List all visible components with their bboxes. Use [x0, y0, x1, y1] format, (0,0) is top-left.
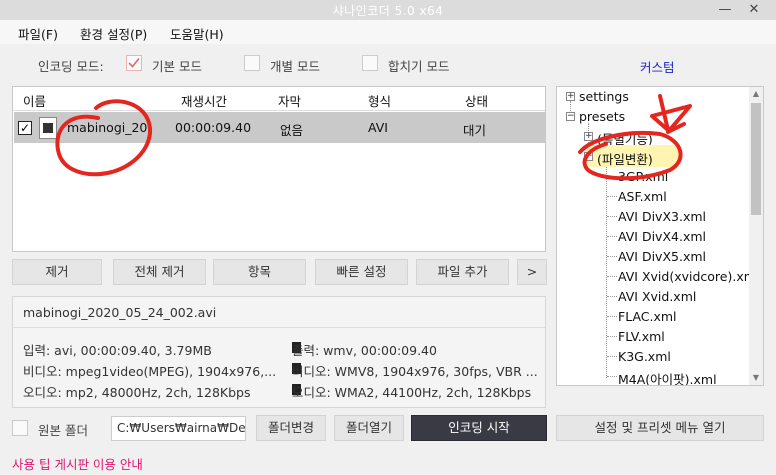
tree-file-item[interactable]: AVI Xvid.xml	[618, 289, 696, 304]
remove-all-button[interactable]: 전체 제거	[113, 259, 206, 285]
collapse-icon[interactable]: −	[566, 112, 575, 121]
menu-bar: 파일(F) 환경 설정(P) 도움말(H)	[0, 20, 776, 44]
tree-file-item[interactable]: AVI Xvid(xvidcore).xml	[618, 269, 759, 284]
info-output: 출력: wmv, 00:00:09.40	[292, 343, 437, 358]
remove-button[interactable]: 제거	[12, 259, 102, 285]
items-button[interactable]: 항목	[213, 259, 306, 285]
encoding-mode-label: 인코딩 모드:	[38, 59, 104, 74]
expand-icon[interactable]: +	[566, 92, 575, 101]
tips-board-link[interactable]: 사용 팁 게시판 이용 안내	[12, 454, 143, 473]
menu-preferences[interactable]: 환경 설정(P)	[80, 24, 147, 43]
row-duration: 00:00:09.40	[175, 120, 252, 135]
info-video-out: 비디오: WMV8, 1904x976, 30fps, VBR ...	[292, 364, 538, 379]
info-audio-in: 오디오: mp2, 48000Hz, 2ch, 128Kbps	[23, 385, 251, 400]
encoding-mode-row: 인코딩 모드: 기본 모드 개별 모드 합치기 모드	[0, 48, 556, 78]
change-folder-button[interactable]: 폴더변경	[256, 415, 326, 441]
basic-mode-label[interactable]: 기본 모드	[152, 56, 202, 75]
title-bar: 샤나인코더 5.0 x64 — ✕	[0, 0, 776, 20]
bottom-toolbar: 원본 폴더 C:₩Users₩airna₩Des 폴더변경 폴더열기 인코딩 시…	[0, 414, 776, 444]
info-filename: mabinogi_2020_05_24_002.avi	[23, 305, 217, 320]
column-duration[interactable]: 재생시간	[181, 91, 227, 110]
info-audio-out: 오디오: WMA2, 44100Hz, 2ch, 128Kbps	[292, 385, 532, 400]
scroll-thumb[interactable]	[751, 103, 761, 215]
tree-file-item[interactable]: M4A(아이팟).xml	[618, 369, 717, 385]
tree-file-item[interactable]: AVI DivX4.xml	[618, 229, 706, 244]
preset-menu-button[interactable]: 설정 및 프리셋 메뉴 열기	[556, 415, 764, 441]
quick-settings-button[interactable]: 빠른 설정	[315, 259, 408, 285]
start-encoding-button[interactable]: 인코딩 시작	[411, 415, 547, 441]
source-folder-label[interactable]: 원본 폴더	[38, 420, 88, 439]
source-folder-checkbox[interactable]	[12, 420, 28, 436]
row-name: mabinogi_20	[67, 120, 148, 135]
menu-file[interactable]: 파일(F)	[18, 24, 58, 43]
tree-file-item[interactable]: FLAC.xml	[618, 309, 677, 324]
info-input: 입력: avi, 00:00:09.40, 3.79MB	[23, 343, 212, 358]
check-icon	[128, 57, 140, 68]
individual-mode-checkbox[interactable]	[244, 55, 260, 71]
table-row[interactable]: ✓ mabinogi_20 00:00:09.40 없음 AVI 대기	[14, 112, 545, 143]
info-video-in: 비디오: mpeg1video(MPEG), 1904x976,...	[23, 364, 277, 379]
menu-help[interactable]: 도움말(H)	[170, 24, 224, 43]
tree-file-conversion[interactable]: (파일변환)	[597, 149, 653, 168]
open-folder-button[interactable]: 폴더열기	[334, 415, 404, 441]
close-button[interactable]: ✕	[740, 1, 768, 19]
tree-file-item[interactable]: AVI DivX5.xml	[618, 249, 706, 264]
file-list[interactable]: 이름 재생시간 자막 형식 상태 ✓ mabinogi_20 00:00:09.…	[12, 86, 546, 252]
minimize-button[interactable]: —	[711, 1, 739, 19]
row-status: 대기	[463, 123, 487, 138]
column-name[interactable]: 이름	[23, 91, 46, 110]
tree-file-item[interactable]: ASF.xml	[618, 189, 667, 204]
file-info-panel: mabinogi_2020_05_24_002.avi 입력: avi, 00:…	[12, 296, 546, 408]
merge-mode-checkbox[interactable]	[362, 55, 378, 71]
video-file-icon	[39, 117, 57, 139]
tree-file-item[interactable]: 3GP.xml	[618, 169, 668, 184]
row-format: AVI	[368, 120, 388, 135]
column-subtitle[interactable]: 자막	[278, 91, 301, 110]
tree-file-item[interactable]: FLV.xml	[618, 329, 665, 344]
more-button[interactable]: >	[517, 259, 547, 285]
tree-settings[interactable]: settings	[579, 89, 629, 104]
preset-tree[interactable]: + settings − presets + (특별기능) − (파일변환) 3…	[556, 86, 764, 386]
scroll-up-icon[interactable]: ▲	[749, 87, 763, 101]
column-format[interactable]: 형식	[368, 91, 391, 110]
basic-mode-checkbox[interactable]	[126, 55, 142, 71]
column-status[interactable]: 상태	[465, 91, 488, 110]
custom-link[interactable]: 커스텀	[640, 57, 675, 76]
scroll-down-icon[interactable]: ▼	[749, 371, 763, 385]
tree-file-item[interactable]: K3G.xml	[618, 349, 671, 364]
collapse-icon[interactable]: −	[584, 152, 593, 161]
tree-scrollbar[interactable]: ▲ ▼	[749, 87, 763, 385]
expand-icon[interactable]: +	[584, 132, 593, 141]
file-list-header: 이름 재생시간 자막 형식 상태	[13, 87, 545, 111]
individual-mode-label[interactable]: 개별 모드	[270, 56, 320, 75]
output-path-field[interactable]: C:₩Users₩airna₩Des	[111, 416, 246, 441]
merge-mode-label[interactable]: 합치기 모드	[388, 56, 449, 75]
add-file-button[interactable]: 파일 추가	[416, 259, 509, 285]
row-checkbox[interactable]: ✓	[18, 121, 32, 135]
row-subtitle: 없음	[280, 123, 304, 138]
window-title: 샤나인코더 5.0 x64	[332, 4, 444, 18]
tree-presets[interactable]: presets	[579, 109, 625, 124]
tree-file-item[interactable]: AVI DivX3.xml	[618, 209, 706, 224]
